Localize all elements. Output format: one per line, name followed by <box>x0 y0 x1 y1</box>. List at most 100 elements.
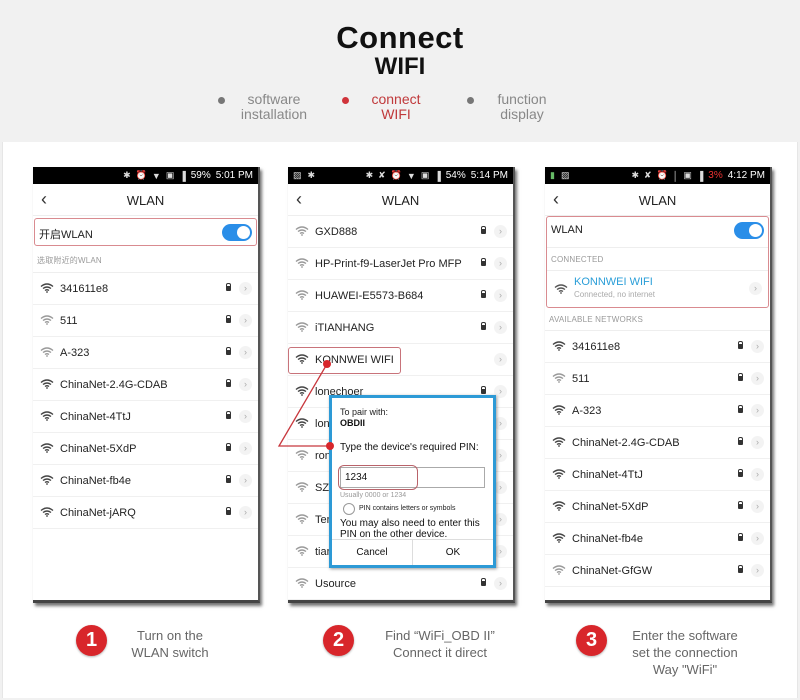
chevron-right-icon[interactable]: › <box>239 346 252 359</box>
chevron-right-icon[interactable]: › <box>751 404 764 417</box>
nav-label: display <box>500 106 544 122</box>
network-row[interactable]: HUAWEI-E5573-B684 › <box>288 280 513 312</box>
chevron-right-icon[interactable]: › <box>239 314 252 327</box>
wlan-toggle-label: 开启WLAN <box>39 229 93 241</box>
network-row[interactable]: ChinaNet-jARQ › <box>33 497 258 529</box>
lock-icon <box>226 443 231 451</box>
image-icon: ▨ <box>293 170 302 180</box>
phone-screen-3: ▮ ▨ ✱ ✘ ⏰ │ ▣ ▐ 3% 4:12 PM ‹ WLAN WLAN C… <box>545 167 772 603</box>
lock-icon <box>226 347 231 355</box>
network-ssid: ChinaNet-4TtJ <box>60 411 131 423</box>
network-row[interactable]: ChinaNet-fb4e › <box>33 465 258 497</box>
lock-icon <box>738 533 743 541</box>
ok-button[interactable]: OK <box>413 540 493 565</box>
phone-screen-1: ✱ ⏰ ▼ ▣ ▐ 59% 5:01 PM ‹ WLAN 开启WLAN 选取附近… <box>33 167 260 603</box>
network-row[interactable]: ChinaNet-GfGW › <box>545 555 770 587</box>
cancel-button[interactable]: Cancel <box>332 540 413 565</box>
nav-software-installation[interactable]: software installation <box>232 92 316 122</box>
step-line: Find “WiFi_OBD II” <box>385 628 495 643</box>
network-row[interactable]: iTIANHANG › <box>288 312 513 344</box>
lock-icon <box>226 475 231 483</box>
network-list: 341611e8 › 511 › A-323 › ChinaNet-2.4G-CDAB › Ch… <box>545 331 770 587</box>
chevron-right-icon[interactable]: › <box>751 340 764 353</box>
network-row[interactable]: A-323 › <box>33 337 258 369</box>
chevron-right-icon[interactable]: › <box>751 436 764 449</box>
wifi-signal-icon <box>552 469 566 479</box>
network-ssid: lon <box>315 418 330 430</box>
wlan-toggle-switch[interactable] <box>222 224 252 241</box>
connected-network[interactable]: KONNWEI WIFI Connected, no internet › <box>547 271 768 307</box>
chevron-right-icon[interactable]: › <box>239 410 252 423</box>
lock-icon <box>481 258 486 266</box>
network-row[interactable]: ChinaNet-4TtJ › <box>33 401 258 433</box>
network-ssid: HP-Print-f9-LaserJet Pro MFP <box>315 258 462 270</box>
app-bar: ‹ WLAN <box>545 184 770 216</box>
app-bar: ‹ WLAN <box>33 184 258 216</box>
nav-function-display[interactable]: function display <box>484 92 560 122</box>
step-3-text: Enter the software set the connection Wa… <box>620 627 750 678</box>
wlan-toggle-row[interactable]: WLAN <box>547 217 768 247</box>
network-row[interactable]: 341611e8 › <box>545 331 770 363</box>
lock-icon <box>738 373 743 381</box>
chevron-right-icon[interactable]: › <box>751 564 764 577</box>
network-row[interactable]: ChinaNet-2.4G-CDAB › <box>33 369 258 401</box>
chevron-right-icon[interactable]: › <box>494 353 507 366</box>
wifi-signal-icon <box>552 533 566 543</box>
available-section-label: AVAILABLE NETWORKS <box>545 308 770 331</box>
network-row[interactable]: 511 › <box>545 363 770 395</box>
wlan-toggle-switch[interactable] <box>734 222 764 239</box>
step-line: WLAN switch <box>131 645 209 660</box>
wifi-signal-icon <box>295 386 309 396</box>
chevron-right-icon[interactable]: › <box>494 225 507 238</box>
page-title: Connect <box>336 20 464 55</box>
network-row[interactable]: HP-Print-f9-LaserJet Pro MFP › <box>288 248 513 280</box>
alarm-icon: ⏰ <box>390 170 402 180</box>
screen-title: WLAN <box>381 193 420 208</box>
chevron-right-icon[interactable]: › <box>751 500 764 513</box>
chevron-right-icon[interactable]: › <box>751 468 764 481</box>
screen-title: WLAN <box>126 193 165 208</box>
pin-letters-checkbox[interactable] <box>343 503 355 515</box>
chevron-right-icon[interactable]: › <box>239 442 252 455</box>
status-bar: ✱ ⏰ ▼ ▣ ▐ 59% 5:01 PM <box>33 167 258 184</box>
bluetooth-icon: ✱ <box>123 170 131 180</box>
network-row[interactable]: ChinaNet-5XdP › <box>545 491 770 523</box>
wifi-signal-icon <box>40 347 54 357</box>
wifi-signal-icon <box>552 373 566 383</box>
wlan-toggle-row[interactable]: 开启WLAN <box>34 218 257 246</box>
chevron-right-icon[interactable]: › <box>239 378 252 391</box>
lock-icon <box>738 469 743 477</box>
network-row[interactable]: Usource › <box>288 568 513 600</box>
clock: 4:12 PM <box>727 170 765 181</box>
network-row[interactable]: ChinaNet-5XdP › <box>33 433 258 465</box>
network-row[interactable]: ChinaNet-2.4G-CDAB › <box>545 427 770 459</box>
chevron-right-icon[interactable]: › <box>751 372 764 385</box>
network-row[interactable]: GXD888 › <box>288 216 513 248</box>
page-subtitle: WIFI <box>374 53 426 80</box>
chevron-right-icon[interactable]: › <box>494 257 507 270</box>
chevron-right-icon[interactable]: › <box>239 282 252 295</box>
connected-status: Connected, no internet <box>574 290 655 299</box>
network-ssid: SZ <box>315 482 330 494</box>
nav-label: connect <box>371 91 421 107</box>
app-bar: ‹ WLAN <box>288 184 513 216</box>
chevron-right-icon[interactable]: › <box>239 474 252 487</box>
pin-prompt: Type the device's required PIN: <box>340 442 479 453</box>
network-row[interactable]: 341611e8 › <box>33 273 258 305</box>
nav-connect-wifi[interactable]: connect WIFI <box>360 92 432 122</box>
connected-ssid: KONNWEI WIFI <box>574 276 653 288</box>
network-row[interactable]: ChinaNet-4TtJ › <box>545 459 770 491</box>
wifi-signal-icon <box>40 379 54 389</box>
chevron-right-icon[interactable]: › <box>494 321 507 334</box>
step-3-badge: 3 <box>576 625 607 656</box>
chevron-right-icon[interactable]: › <box>239 506 252 519</box>
chevron-right-icon[interactable]: › <box>751 532 764 545</box>
network-row[interactable]: A-323 › <box>545 395 770 427</box>
network-row[interactable]: 511 › <box>33 305 258 337</box>
chevron-right-icon[interactable]: › <box>494 577 507 590</box>
network-ssid: ChinaNet-4TtJ <box>572 469 643 481</box>
chevron-right-icon[interactable]: › <box>749 282 762 295</box>
clock: 5:14 PM <box>470 170 508 181</box>
chevron-right-icon[interactable]: › <box>494 289 507 302</box>
network-row[interactable]: ChinaNet-fb4e › <box>545 523 770 555</box>
